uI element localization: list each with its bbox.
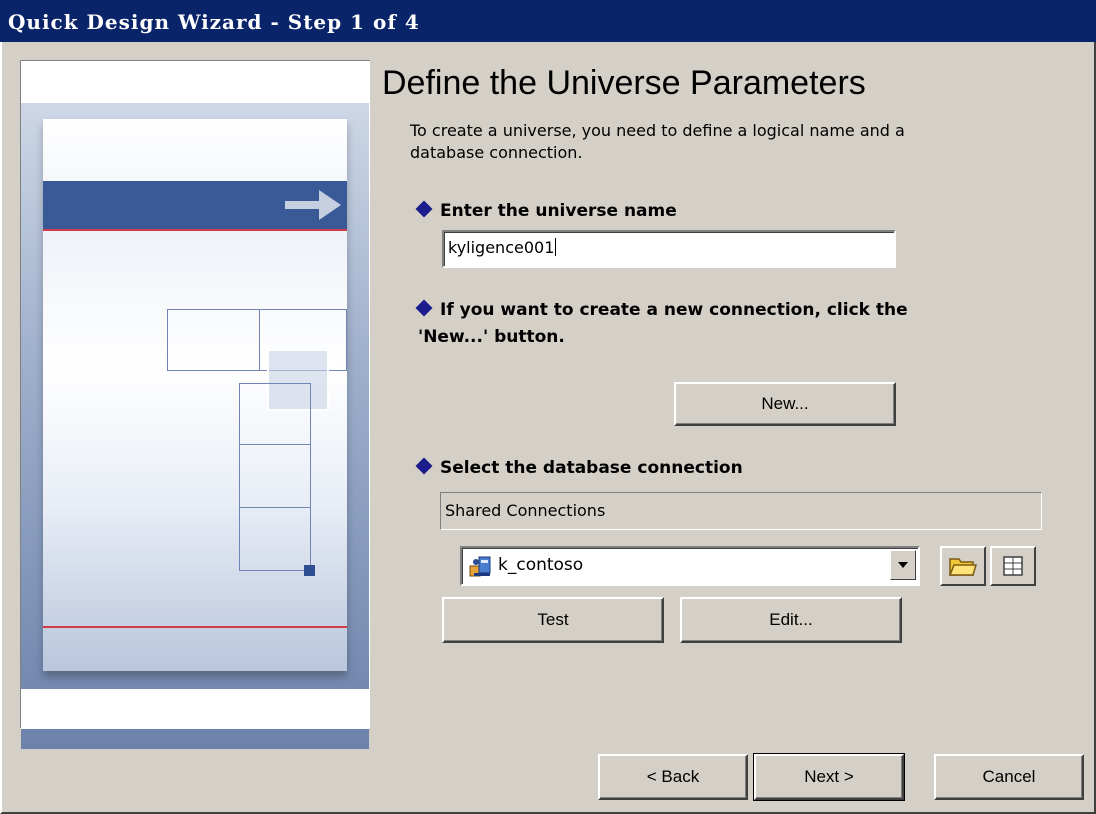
diamond-bullet-icon bbox=[415, 200, 433, 218]
wizard-illustration bbox=[20, 60, 370, 749]
cancel-button[interactable]: Cancel bbox=[934, 754, 1084, 800]
step-select-connection: Select the database connection bbox=[415, 455, 743, 482]
step-label: Enter the universe name bbox=[440, 201, 677, 221]
browse-connections-button[interactable] bbox=[940, 546, 986, 586]
dropdown-arrow-button[interactable] bbox=[890, 550, 916, 580]
test-button[interactable]: Test bbox=[442, 597, 664, 643]
back-button[interactable]: < Back bbox=[598, 754, 748, 800]
step-label: If you want to create a new connection, … bbox=[418, 300, 908, 347]
page-title: Define the Universe Parameters bbox=[382, 64, 866, 102]
step-label: Select the database connection bbox=[440, 458, 743, 478]
database-connection-icon bbox=[469, 556, 491, 577]
intro-text: To create a universe, you need to define… bbox=[410, 121, 905, 162]
wireframe-row-2 bbox=[239, 507, 311, 508]
universe-name-input[interactable]: kyligence001 bbox=[442, 230, 896, 268]
illustration-red-line-top bbox=[43, 229, 347, 231]
arrow-right-icon bbox=[285, 190, 341, 220]
edit-button[interactable]: Edit... bbox=[680, 597, 902, 643]
step-new-connection: If you want to create a new connection, … bbox=[415, 297, 978, 351]
connection-details-button[interactable] bbox=[990, 546, 1036, 586]
connection-select[interactable]: k_contoso bbox=[460, 546, 920, 586]
step-universe-name: Enter the universe name bbox=[415, 198, 677, 225]
new-connection-button[interactable]: New... bbox=[674, 382, 896, 426]
wireframe-row-1 bbox=[239, 444, 311, 445]
shared-connections-field: Shared Connections bbox=[440, 492, 1042, 530]
illustration-footer bbox=[21, 689, 369, 729]
illustration-red-line-bottom bbox=[43, 626, 347, 628]
wireframe-divider bbox=[259, 309, 260, 371]
text-caret bbox=[555, 238, 557, 256]
window-title: Quick Design Wizard - Step 1 of 4 bbox=[8, 10, 420, 34]
chevron-down-icon bbox=[898, 562, 908, 568]
universe-name-value: kyligence001 bbox=[448, 238, 555, 257]
wireframe-box-column bbox=[239, 383, 311, 571]
folder-icon bbox=[949, 558, 977, 576]
wireframe-handle bbox=[304, 565, 315, 576]
title-bar: Quick Design Wizard - Step 1 of 4 bbox=[0, 0, 1096, 42]
diamond-bullet-icon bbox=[415, 299, 433, 317]
table-icon bbox=[1003, 556, 1023, 576]
next-button[interactable]: Next > bbox=[753, 753, 905, 801]
diamond-bullet-icon bbox=[415, 457, 433, 475]
connection-selected-value: k_contoso bbox=[498, 555, 584, 575]
